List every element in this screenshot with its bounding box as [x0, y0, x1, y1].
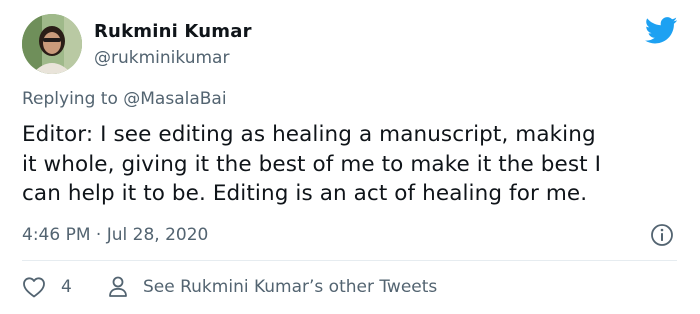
author-name[interactable]: Rukmini Kumar	[94, 21, 252, 42]
twitter-bird-icon[interactable]	[645, 17, 678, 44]
person-icon[interactable]	[107, 275, 129, 299]
like-count: 4	[61, 277, 72, 297]
replying-to-prefix: Replying to	[22, 89, 124, 109]
see-other-tweets-link[interactable]: See Rukmini Kumar’s other Tweets	[143, 277, 437, 297]
replying-to: Replying to @MasalaBai	[22, 89, 227, 109]
tweet-line: it whole, giving it the best of me to ma…	[22, 151, 602, 177]
heart-icon[interactable]	[22, 276, 46, 298]
tweet-timestamp[interactable]: 4:46 PM · Jul 28, 2020	[22, 225, 208, 245]
author-handle[interactable]: @rukminikumar	[94, 48, 229, 68]
tweet-line: Editor: I see editing as healing a manus…	[22, 122, 596, 147]
tweet-text: Editor: I see editing as healing a manus…	[22, 120, 687, 209]
reply-mention-link[interactable]: @MasalaBai	[123, 89, 226, 109]
tweet-card: Rukmini Kumar @rukminikumar Replying to …	[0, 0, 700, 314]
tweet-line: can help it to be. Editing is an act of …	[22, 181, 588, 206]
info-icon[interactable]	[650, 223, 674, 247]
avatar[interactable]	[22, 14, 82, 74]
divider	[22, 260, 677, 261]
